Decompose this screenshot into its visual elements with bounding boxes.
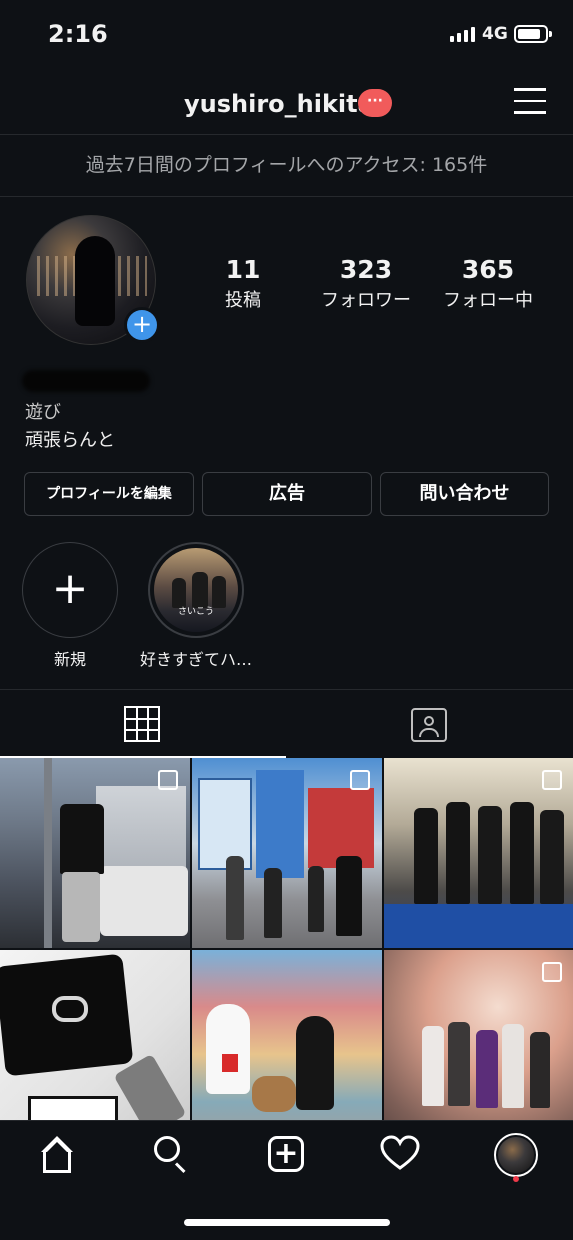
post-thumbnail[interactable] bbox=[384, 950, 573, 1120]
bio-line: 遊び bbox=[25, 402, 61, 423]
followers-count: 323 bbox=[339, 255, 393, 284]
new-highlight-button[interactable]: + bbox=[22, 542, 118, 638]
highlight-label-story: 好きすぎてハ… bbox=[139, 650, 252, 669]
stat-following[interactable]: 365 フォロー中 bbox=[436, 255, 540, 312]
home-indicator bbox=[184, 1219, 390, 1226]
heart-icon[interactable] bbox=[380, 1134, 420, 1174]
clock: 2:16 bbox=[48, 20, 108, 48]
multi-photo-icon bbox=[350, 770, 370, 790]
ads-button[interactable]: 広告 bbox=[202, 472, 372, 516]
divider bbox=[0, 196, 573, 197]
following-label: フォロー中 bbox=[443, 290, 533, 311]
multi-photo-icon bbox=[542, 770, 562, 790]
signal-icon bbox=[450, 27, 475, 42]
posts-label: 投稿 bbox=[225, 290, 261, 311]
hamburger-menu-icon[interactable] bbox=[514, 88, 546, 116]
followers-label: フォロワー bbox=[321, 290, 411, 311]
highlight-caption: さいこう bbox=[177, 607, 214, 617]
posts-grid bbox=[0, 758, 573, 1120]
highlight-thumbnail: さいこう bbox=[154, 548, 238, 632]
multi-photo-icon bbox=[542, 962, 562, 982]
highlight-label-new: 新規 bbox=[53, 650, 86, 669]
plus-icon: + bbox=[51, 563, 89, 614]
home-icon[interactable] bbox=[37, 1134, 77, 1174]
post-thumbnail[interactable] bbox=[0, 758, 190, 948]
stat-posts[interactable]: 11 投稿 bbox=[213, 255, 273, 312]
posts-count: 11 bbox=[225, 255, 261, 284]
username[interactable]: yushiro_hikita bbox=[184, 90, 374, 118]
stat-followers[interactable]: 323 フォロワー bbox=[311, 255, 421, 312]
profile-avatar-nav[interactable] bbox=[494, 1133, 538, 1177]
status-bar: 2:16 4G bbox=[0, 0, 573, 70]
post-thumbnail[interactable] bbox=[384, 758, 573, 948]
grid-view-tab-icon[interactable] bbox=[124, 706, 160, 742]
network-type: 4G bbox=[482, 24, 508, 44]
notification-dot bbox=[513, 1176, 519, 1182]
edit-profile-button[interactable]: プロフィールを編集 bbox=[24, 472, 194, 516]
highlight-story[interactable]: さいこう bbox=[148, 542, 244, 638]
post-thumbnail[interactable] bbox=[0, 950, 190, 1120]
profile-visits-banner[interactable]: 過去7日間のプロフィールへのアクセス: 165件 bbox=[0, 150, 573, 177]
tagged-person-tab-icon[interactable] bbox=[411, 708, 447, 742]
following-count: 365 bbox=[461, 255, 515, 284]
search-icon[interactable] bbox=[152, 1134, 192, 1174]
redacted-display-name bbox=[22, 370, 150, 392]
multi-photo-icon bbox=[158, 770, 178, 790]
add-post-icon[interactable]: + bbox=[266, 1134, 306, 1174]
post-thumbnail[interactable] bbox=[192, 950, 382, 1120]
divider bbox=[0, 134, 573, 135]
add-story-plus-icon[interactable]: + bbox=[124, 307, 160, 343]
battery-icon bbox=[514, 25, 552, 43]
bio-line: 頑張らんと bbox=[25, 430, 115, 451]
post-thumbnail[interactable] bbox=[192, 758, 382, 948]
notification-badge[interactable]: ··· bbox=[358, 89, 392, 117]
divider bbox=[0, 689, 573, 690]
contact-button[interactable]: 問い合わせ bbox=[380, 472, 549, 516]
profile-header: yushiro_hikita ··· bbox=[0, 78, 573, 134]
